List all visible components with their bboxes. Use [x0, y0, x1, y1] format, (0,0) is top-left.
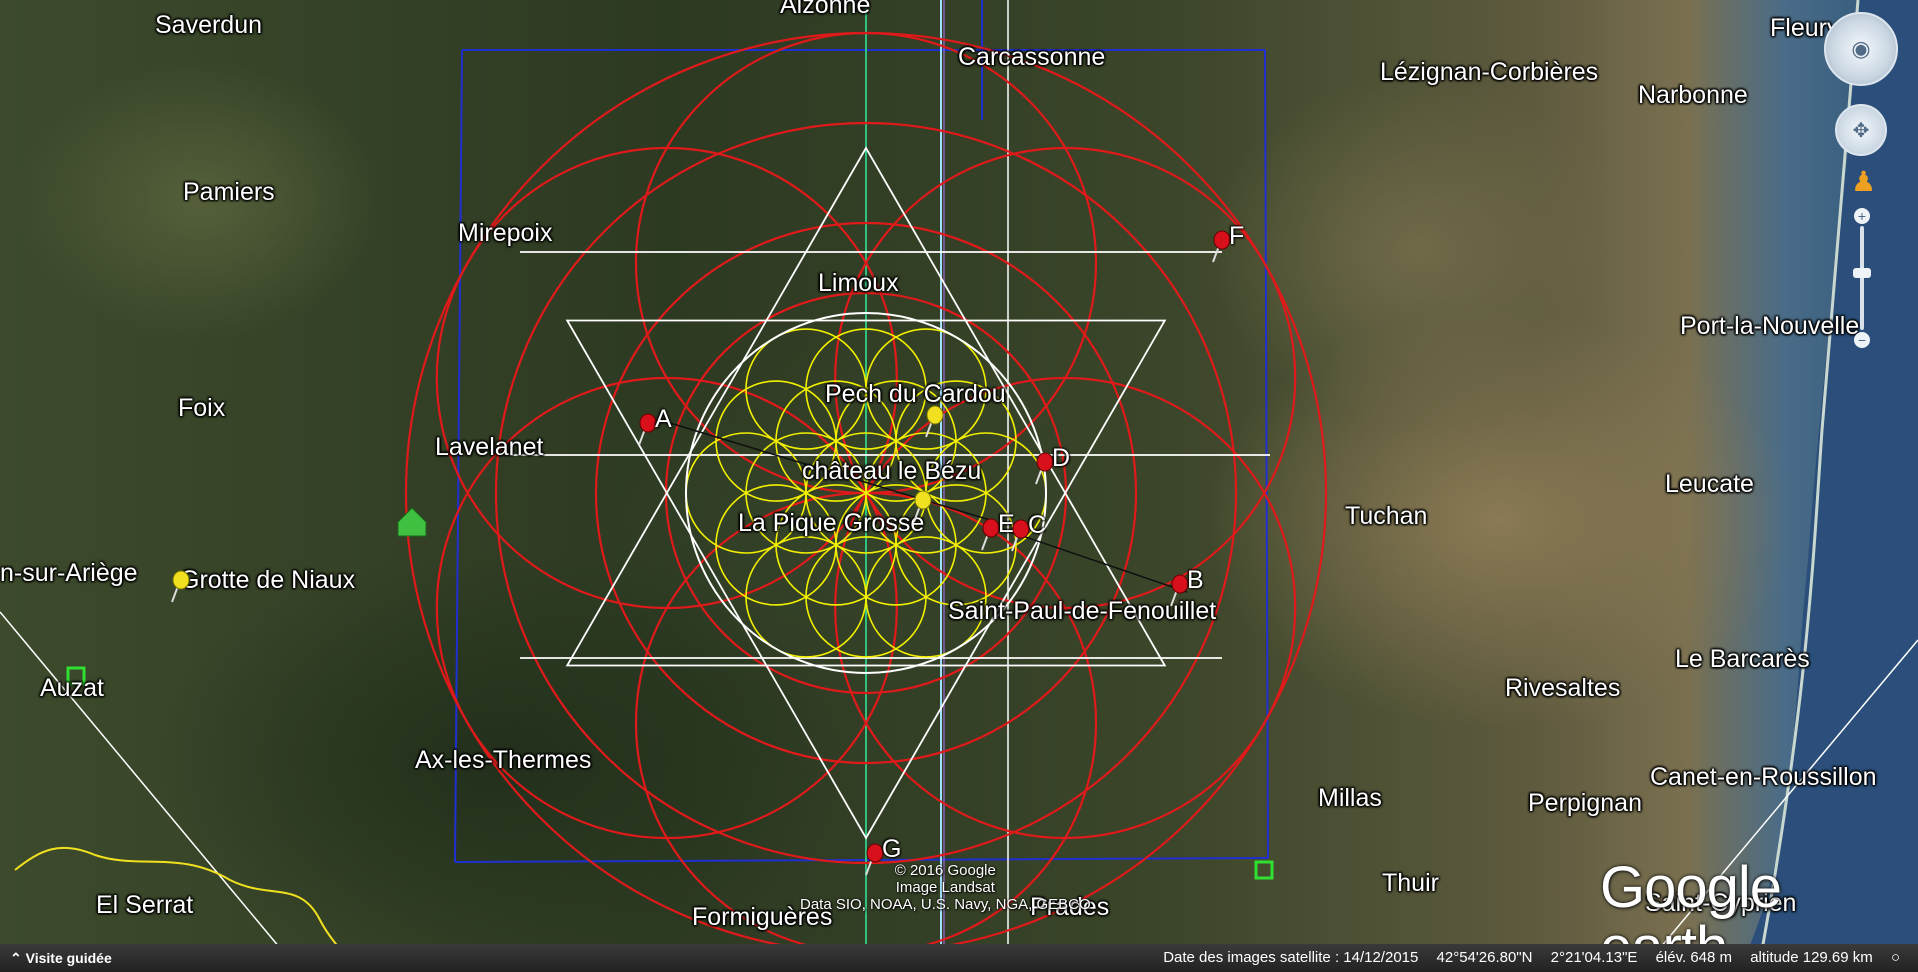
longitude: 2°21'04.13"E — [1550, 949, 1638, 966]
eye-icon: ◉ — [1851, 36, 1871, 61]
place-label[interactable]: Pamiers — [183, 178, 275, 206]
yellow-pushpin-icon[interactable] — [168, 570, 190, 604]
place-label[interactable]: n-sur-Ariège — [0, 559, 138, 587]
yellow-pushpin-icon[interactable] — [910, 490, 932, 524]
credit-line-3: Data SIO, NOAA, U.S. Navy, NGA, GEBCO — [800, 896, 1091, 913]
map-view[interactable]: Saverdun Alzonne Carcassonne Lézignan-Corbi… — [0, 0, 1918, 972]
pushpin-icon[interactable] — [1209, 230, 1231, 264]
place-label[interactable]: Perpignan — [1528, 789, 1642, 817]
pegman-icon: ♟ — [1851, 166, 1877, 197]
point-label: C — [1028, 511, 1047, 539]
point-label: A — [655, 405, 672, 433]
place-label[interactable]: Tuchan — [1345, 502, 1427, 530]
zoom-track — [1860, 226, 1864, 330]
latitude: 42°54'26.80"N — [1436, 949, 1533, 966]
pushpin-icon[interactable] — [1032, 452, 1054, 486]
place-label[interactable]: Lavelanet — [435, 433, 543, 461]
pushpin-icon[interactable] — [1167, 574, 1189, 608]
navigation-controls: ◉ ✥ ♟ + − — [1824, 12, 1904, 348]
place-label[interactable]: Saverdun — [155, 11, 262, 39]
guided-tour-label: Visite guidée — [25, 950, 112, 966]
place-label[interactable]: El Serrat — [96, 891, 193, 919]
place-label[interactable]: Foix — [178, 394, 225, 422]
point-label: F — [1229, 222, 1245, 250]
place-label[interactable]: Leucate — [1665, 470, 1754, 498]
place-label[interactable]: Rivesaltes — [1505, 674, 1620, 702]
imagery-date: Date des images satellite : 14/12/2015 — [1163, 949, 1419, 966]
point-label: G — [882, 835, 902, 863]
credit-line-2: Image Landsat — [895, 879, 995, 896]
place-label[interactable]: Le Barcarès — [1675, 645, 1810, 673]
guided-tour-button[interactable]: ⌃ Visite guidée — [0, 944, 122, 972]
place-label[interactable]: La Pique Grosse — [738, 509, 924, 537]
place-label[interactable]: Pech du Cardou — [825, 380, 1006, 408]
place-label[interactable]: Lézignan-Corbières — [1380, 58, 1598, 86]
place-label[interactable]: Narbonne — [1638, 81, 1748, 109]
point-label: D — [1052, 444, 1071, 472]
geometry-overlay — [0, 0, 1918, 972]
place-label[interactable]: Alzonne — [780, 0, 870, 19]
place-label[interactable]: château le Bézu — [802, 457, 981, 485]
home-icon — [397, 507, 427, 537]
place-label[interactable]: Thuir — [1382, 869, 1439, 897]
place-label[interactable]: Grotte de Niaux — [180, 566, 355, 594]
chevron-up-icon: ⌃ — [10, 950, 22, 966]
green-marker-right — [1254, 860, 1274, 880]
streaming-icon: ○ — [1890, 949, 1900, 966]
status-bar: ⌃ Visite guidée Date des images satellit… — [0, 944, 1918, 972]
point-label: B — [1187, 566, 1204, 594]
elevation: élév. 648 m — [1655, 949, 1733, 966]
yellow-pushpin-icon[interactable] — [922, 405, 944, 439]
altitude: altitude 129.69 km — [1750, 949, 1873, 966]
place-label[interactable]: Canet-en-Roussillon — [1650, 763, 1877, 791]
place-label[interactable]: Auzat — [40, 674, 104, 702]
zoom-thumb[interactable] — [1853, 268, 1871, 278]
zoom-out-button[interactable]: − — [1854, 332, 1870, 348]
place-label[interactable]: Limoux — [818, 269, 899, 297]
place-label[interactable]: Ax-les-Thermes — [415, 746, 591, 774]
pushpin-icon[interactable] — [978, 518, 1000, 552]
zoom-in-button[interactable]: + — [1854, 208, 1870, 224]
look-compass[interactable]: ◉ — [1824, 12, 1898, 86]
pushpin-icon[interactable] — [1008, 519, 1030, 553]
street-view-pegman[interactable]: ♟ — [1851, 164, 1877, 200]
zoom-slider[interactable]: + − — [1853, 208, 1871, 348]
map-credits: © 2016 Google Image Landsat Data SIO, NO… — [800, 862, 1091, 913]
credit-line-1: © 2016 Google — [894, 862, 996, 879]
place-label[interactable]: Carcassonne — [958, 43, 1105, 71]
place-label[interactable]: Millas — [1318, 784, 1382, 812]
pan-arrows-icon: ✥ — [1852, 119, 1870, 142]
place-label[interactable]: Mirepoix — [458, 219, 552, 247]
hexagram-lines — [510, 146, 1270, 840]
status-readout: Date des images satellite : 14/12/2015 4… — [1149, 944, 1900, 972]
pushpin-icon[interactable] — [635, 413, 657, 447]
move-control[interactable]: ✥ — [1835, 104, 1887, 156]
